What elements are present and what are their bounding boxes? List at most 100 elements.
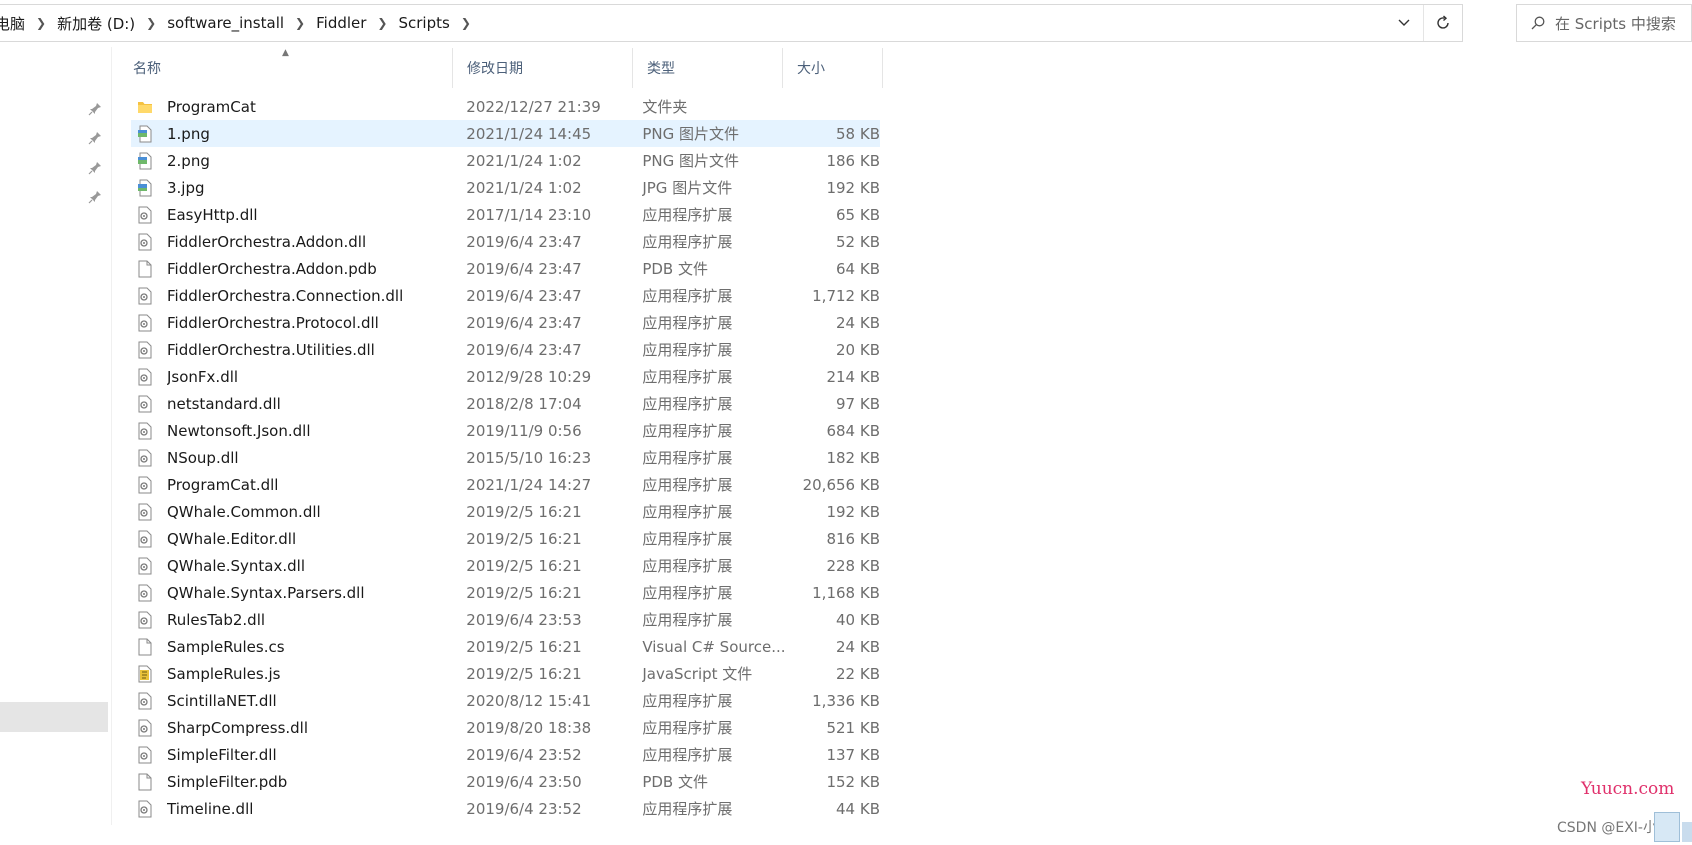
file-row[interactable]: EasyHttp.dll 2017/1/14 23:10 应用程序扩展 65 KB (131, 201, 880, 228)
file-row[interactable]: QWhale.Syntax.dll 2019/2/5 16:21 应用程序扩展 228… (131, 552, 880, 579)
file-size: 20 KB (836, 340, 880, 359)
file-type: 应用程序扩展 (642, 422, 733, 440)
chevron-right-icon[interactable]: ❯ (288, 5, 312, 41)
chevron-right-icon[interactable]: ❯ (370, 5, 394, 41)
dll-file-icon (137, 422, 153, 440)
file-size: 20,656 KB (802, 475, 880, 494)
dll-file-icon (137, 368, 153, 386)
pin-icon[interactable] (88, 102, 102, 116)
file-size: 24 KB (836, 313, 880, 332)
file-type: 应用程序扩展 (642, 287, 733, 305)
file-size: 137 KB (826, 745, 880, 764)
file-date: 2019/2/5 16:21 (466, 529, 582, 548)
blank-file-icon (137, 638, 153, 656)
file-date: 2017/1/14 23:10 (466, 205, 592, 224)
file-type: 应用程序扩展 (642, 341, 733, 359)
file-row[interactable]: ScintillaNET.dll 2020/8/12 15:41 应用程序扩展 1,3… (131, 687, 880, 714)
file-date: 2015/5/10 16:23 (466, 448, 592, 467)
file-date: 2021/1/24 14:45 (466, 124, 592, 143)
file-row[interactable]: FiddlerOrchestra.Addon.pdb 2019/6/4 23:47… (131, 255, 880, 282)
file-type: PNG 图片文件 (642, 152, 739, 170)
pin-icon[interactable] (88, 131, 102, 145)
file-row[interactable]: FiddlerOrchestra.Connection.dll 2019/6/4 … (131, 282, 880, 309)
file-date: 2022/12/27 21:39 (466, 97, 601, 116)
png-file-icon (137, 125, 153, 143)
file-row[interactable]: RulesTab2.dll 2019/6/4 23:53 应用程序扩展 40 KB (131, 606, 880, 633)
file-type: PDB 文件 (642, 260, 708, 278)
file-row[interactable]: SampleRules.cs 2019/2/5 16:21 Visual C# So… (131, 633, 880, 660)
file-date: 2019/2/5 16:21 (466, 556, 582, 575)
file-date: 2019/2/5 16:21 (466, 502, 582, 521)
dll-file-icon (137, 476, 153, 494)
file-row[interactable]: SampleRules.js 2019/2/5 16:21 JavaScript 文… (131, 660, 880, 687)
tray-icon[interactable] (1682, 822, 1692, 842)
file-row[interactable]: ProgramCat.dll 2021/1/24 14:27 应用程序扩展 20,65… (131, 471, 880, 498)
column-header-date[interactable]: 修改日期 (453, 48, 633, 88)
breadcrumb-item-pc[interactable]: 电脑 (0, 5, 29, 41)
refresh-button[interactable] (1423, 5, 1462, 41)
file-row[interactable]: FiddlerOrchestra.Utilities.dll 2019/6/4 2… (131, 336, 880, 363)
dll-file-icon (137, 530, 153, 548)
file-type: JPG 图片文件 (642, 179, 733, 197)
file-row[interactable]: FiddlerOrchestra.Protocol.dll 2019/6/4 23… (131, 309, 880, 336)
file-name: Timeline.dll (167, 799, 254, 818)
pin-icon[interactable] (88, 190, 102, 204)
file-name: ScintillaNET.dll (167, 691, 277, 710)
file-name: 3.jpg (167, 178, 205, 197)
file-row[interactable]: 3.jpg 2021/1/24 1:02 JPG 图片文件 192 KB (131, 174, 880, 201)
file-date: 2021/1/24 1:02 (466, 178, 582, 197)
dll-file-icon (137, 746, 153, 764)
file-type: 文件夹 (642, 98, 688, 116)
breadcrumb-item-scripts[interactable]: Scripts (394, 5, 453, 41)
file-size: 192 KB (826, 502, 880, 521)
file-row[interactable]: Timeline.dll 2019/6/4 23:52 应用程序扩展 44 KB (131, 795, 880, 822)
pane-divider[interactable] (111, 47, 112, 825)
file-row[interactable]: ProgramCat 2022/12/27 21:39 文件夹 (131, 93, 880, 120)
column-header-name[interactable]: ▲ 名称 (119, 48, 453, 88)
file-row[interactable]: NSoup.dll 2015/5/10 16:23 应用程序扩展 182 KB (131, 444, 880, 471)
column-header-size[interactable]: 大小 (783, 48, 883, 88)
address-bar[interactable]: 电脑 ❯ 新加卷 (D:) ❯ software_install ❯ Fiddl… (0, 4, 1463, 42)
file-row[interactable]: SimpleFilter.pdb 2019/6/4 23:50 PDB 文件 152 … (131, 768, 880, 795)
file-name: FiddlerOrchestra.Connection.dll (167, 286, 404, 305)
file-size: 816 KB (826, 529, 880, 548)
chevron-right-icon[interactable]: ❯ (29, 5, 53, 41)
search-input[interactable]: 在 Scripts 中搜索 (1516, 4, 1692, 42)
column-header-type[interactable]: 类型 (633, 48, 783, 88)
search-icon (1531, 16, 1545, 30)
blank-file-icon (137, 260, 153, 278)
file-row[interactable]: SimpleFilter.dll 2019/6/4 23:52 应用程序扩展 137 … (131, 741, 880, 768)
file-size: 1,712 KB (812, 286, 880, 305)
file-row[interactable]: SharpCompress.dll 2019/8/20 18:38 应用程序扩展 52… (131, 714, 880, 741)
file-date: 2012/9/28 10:29 (466, 367, 592, 386)
file-row[interactable]: JsonFx.dll 2012/9/28 10:29 应用程序扩展 214 KB (131, 363, 880, 390)
file-size: 684 KB (826, 421, 880, 440)
file-row[interactable]: netstandard.dll 2018/2/8 17:04 应用程序扩展 97 KB (131, 390, 880, 417)
nav-selected-item[interactable] (0, 702, 108, 732)
file-row[interactable]: QWhale.Syntax.Parsers.dll 2019/2/5 16:21 应… (131, 579, 880, 606)
breadcrumb-item-drive[interactable]: 新加卷 (D:) (53, 5, 139, 41)
file-row[interactable]: QWhale.Editor.dll 2019/2/5 16:21 应用程序扩展 816… (131, 525, 880, 552)
breadcrumb-item-software-install[interactable]: software_install (163, 5, 288, 41)
chevron-right-icon[interactable]: ❯ (139, 5, 163, 41)
file-row[interactable]: 2.png 2021/1/24 1:02 PNG 图片文件 186 KB (131, 147, 880, 174)
file-row[interactable]: 1.png 2021/1/24 14:45 PNG 图片文件 58 KB (131, 120, 880, 147)
file-name: SharpCompress.dll (167, 718, 309, 737)
breadcrumb-item-fiddler[interactable]: Fiddler (312, 5, 370, 41)
file-row[interactable]: FiddlerOrchestra.Addon.dll 2019/6/4 23:47… (131, 228, 880, 255)
file-type: 应用程序扩展 (642, 530, 733, 548)
pin-icon[interactable] (88, 161, 102, 175)
address-history-button[interactable] (1384, 5, 1423, 41)
file-size: 1,168 KB (812, 583, 880, 602)
file-name: SimpleFilter.pdb (167, 772, 288, 791)
file-date: 2019/2/5 16:21 (466, 637, 582, 656)
file-type: 应用程序扩展 (642, 557, 733, 575)
file-date: 2019/6/4 23:47 (466, 259, 582, 278)
tray-icon[interactable] (1654, 812, 1680, 842)
file-date: 2021/1/24 14:27 (466, 475, 592, 494)
chevron-right-icon[interactable]: ❯ (454, 5, 478, 41)
file-row[interactable]: Newtonsoft.Json.dll 2019/11/9 0:56 应用程序扩展 6… (131, 417, 880, 444)
file-row[interactable]: QWhale.Common.dll 2019/2/5 16:21 应用程序扩展 192… (131, 498, 880, 525)
file-date: 2019/6/4 23:53 (466, 610, 582, 629)
file-name: FiddlerOrchestra.Utilities.dll (167, 340, 375, 359)
